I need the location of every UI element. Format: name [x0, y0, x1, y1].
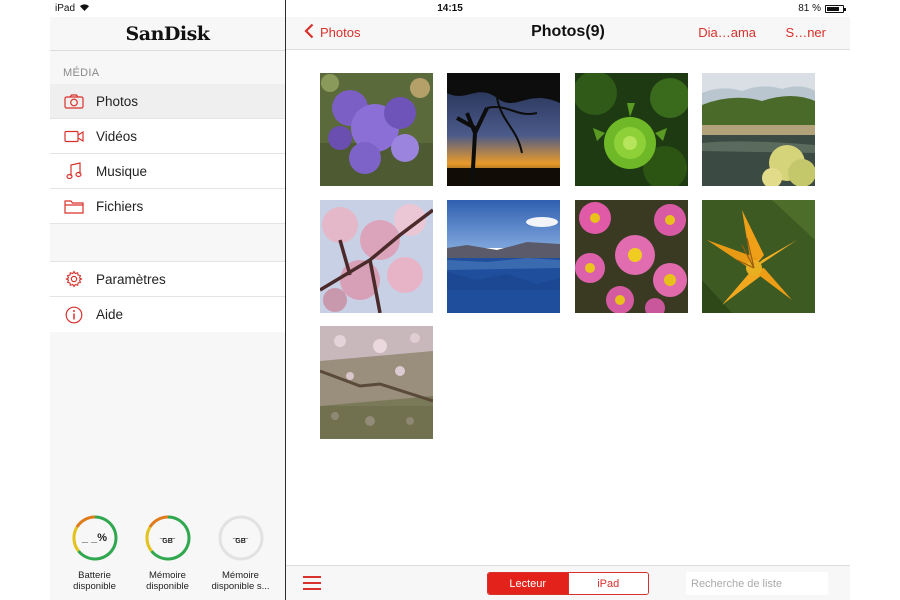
list-search-input[interactable]	[686, 572, 828, 595]
battery-fill	[827, 6, 840, 11]
source-segmented-control: Lecteur iPad	[487, 572, 649, 595]
hamburger-menu-icon[interactable]	[303, 576, 321, 590]
camera-icon	[50, 93, 96, 109]
photo-thumbnail-lake-hills[interactable]	[702, 73, 815, 186]
photo-thumbnail-orange-lily[interactable]	[702, 200, 815, 313]
sidebar-item-photos[interactable]: Photos	[50, 84, 285, 119]
photo-thumbnail-crater-lake[interactable]	[447, 200, 560, 313]
sidebar-item-label: Paramètres	[96, 271, 166, 287]
photo-thumbnail-purple-flowers[interactable]	[320, 73, 433, 186]
memory-gauge-value: _ _ GB	[159, 528, 176, 546]
sidebar: SanDisk MÉDIA Photos Vidéos Musique Fich…	[50, 17, 285, 600]
sidebar-item-label: Musique	[96, 163, 148, 179]
battery-percentage: 81 %	[798, 3, 821, 14]
battery-gauge: _ _% Batterie disponible	[60, 515, 130, 592]
battery-gauge-caption: Batterie disponible	[73, 570, 116, 592]
settings-menu: Paramètres Aide	[50, 262, 285, 332]
segment-ipad[interactable]: iPad	[567, 573, 648, 594]
memory-gauge-caption: Mémoire disponible	[146, 570, 189, 592]
gear-icon	[50, 270, 96, 288]
page-title: Photos(9)	[531, 23, 605, 40]
status-time: 14:15	[437, 3, 463, 14]
memory-gauge-ring: _ _ GB	[144, 515, 191, 561]
section-label-media: MÉDIA	[63, 67, 100, 79]
storage-gauge: _ _ GB Mémoire disponible s...	[206, 515, 276, 592]
photo-thumbnail-pink-daisies[interactable]	[575, 200, 688, 313]
photo-thumbnail-tree-sunset[interactable]	[447, 73, 560, 186]
memory-gauge: _ _ GB Mémoire disponible	[133, 515, 203, 592]
status-gauges: _ _% Batterie disponible _ _ GB Mémoire dis…	[50, 515, 285, 592]
sidebar-item-label: Fichiers	[96, 198, 144, 214]
sidebar-item-label: Aide	[96, 307, 124, 322]
battery-gauge-value: _ _%	[81, 532, 108, 544]
right-margin	[850, 0, 900, 600]
status-bar: iPad 14:15 81 %	[50, 0, 850, 17]
chevron-left-icon	[304, 23, 314, 42]
sidebar-item-help[interactable]: Aide	[50, 297, 285, 332]
photo-thumbnail-green-plant[interactable]	[575, 73, 688, 186]
storage-gauge-caption: Mémoire disponible s...	[211, 570, 270, 592]
folder-icon	[50, 199, 96, 214]
menu-spacer	[50, 224, 285, 262]
battery-icon	[825, 4, 846, 13]
sidebar-item-videos[interactable]: Vidéos	[50, 119, 285, 154]
storage-gauge-value: _ _ GB	[232, 528, 249, 546]
battery-gauge-ring: _ _%	[71, 515, 118, 561]
slideshow-button[interactable]: Dia…ama	[698, 25, 756, 40]
media-menu: Photos Vidéos Musique Fichiers	[50, 84, 285, 224]
brand-logo: SanDisk	[50, 17, 285, 51]
sidebar-item-label: Photos	[96, 93, 139, 109]
back-button-label: Photos	[320, 25, 361, 40]
back-button[interactable]: Photos	[304, 23, 360, 42]
photo-thumbnail-pink-blossoms[interactable]	[320, 200, 433, 313]
music-note-icon	[50, 162, 96, 180]
photo-thumbnail-petals-on-ground[interactable]	[320, 326, 433, 439]
video-camera-icon	[50, 130, 96, 143]
sidebar-item-music[interactable]: Musique	[50, 154, 285, 189]
sidebar-item-files[interactable]: Fichiers	[50, 189, 285, 224]
select-button[interactable]: S…ner	[786, 25, 826, 40]
storage-gauge-ring: _ _ GB	[218, 515, 264, 561]
bottom-toolbar: Lecteur iPad	[286, 565, 850, 600]
sidebar-item-settings[interactable]: Paramètres	[50, 262, 285, 297]
main-pane: Photos Photos(9) Dia…ama S…ner Lecteur i…	[286, 17, 850, 600]
segment-reader[interactable]: Lecteur	[488, 573, 568, 594]
status-right: 81 %	[798, 3, 846, 14]
info-icon	[50, 306, 96, 324]
sidebar-item-label: Vidéos	[96, 128, 138, 144]
navigation-bar: Photos Photos(9) Dia…ama S…ner	[286, 17, 850, 50]
